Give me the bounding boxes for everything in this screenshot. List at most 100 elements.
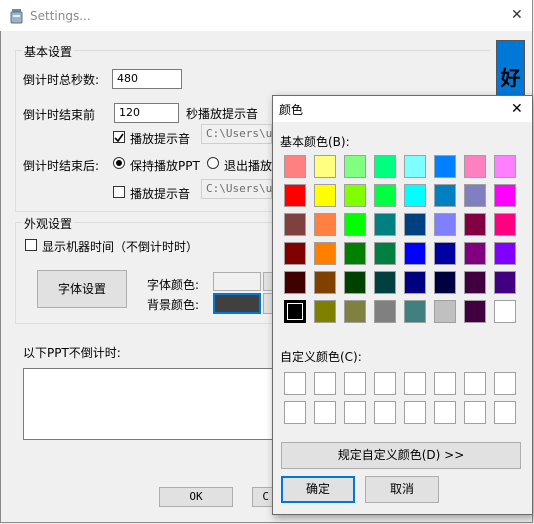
custom-color-swatch[interactable]	[464, 401, 486, 424]
custom-color-swatch[interactable]	[404, 372, 426, 395]
basic-color-swatch[interactable]	[374, 300, 396, 323]
basic-color-swatch[interactable]	[284, 271, 306, 294]
font-settings-button[interactable]: 字体设置	[37, 270, 127, 308]
custom-color-swatch[interactable]	[494, 372, 516, 395]
basic-color-swatch[interactable]	[434, 213, 456, 236]
basic-color-swatch[interactable]	[434, 300, 456, 323]
basic-color-swatch[interactable]	[494, 184, 516, 207]
custom-color-swatch[interactable]	[374, 372, 396, 395]
basic-color-swatch[interactable]	[284, 242, 306, 265]
custom-color-swatch[interactable]	[344, 372, 366, 395]
basic-color-swatch[interactable]	[314, 155, 336, 178]
font-color-pick-button[interactable]	[263, 272, 272, 291]
sound-path-1-input[interactable]: C:\Users\us	[201, 124, 279, 144]
preview-text: 好	[500, 66, 521, 90]
cancel-button[interactable]: C	[252, 487, 272, 507]
font-color-label: 字体颜色:	[147, 278, 200, 292]
define-custom-colors-button[interactable]: 规定自定义颜色(D) >>	[281, 442, 521, 469]
custom-colors-label: 自定义颜色(C):	[280, 350, 362, 364]
basic-color-swatch[interactable]	[464, 242, 486, 265]
bg-color-label: 背景颜色:	[147, 298, 200, 312]
ppt-list-textarea[interactable]	[23, 368, 273, 440]
color-cancel-button[interactable]: 取消	[365, 476, 439, 503]
basic-color-swatch[interactable]	[434, 184, 456, 207]
show-time-checkbox[interactable]	[25, 239, 37, 251]
basic-color-swatch[interactable]	[344, 271, 366, 294]
color-ok-button[interactable]: 确定	[281, 476, 355, 503]
basic-color-swatch[interactable]	[464, 300, 486, 323]
basic-color-swatch[interactable]	[284, 155, 306, 178]
custom-color-swatch[interactable]	[314, 401, 336, 424]
basic-color-swatch[interactable]	[284, 184, 306, 207]
exit-playing-radio[interactable]	[207, 157, 219, 169]
basic-color-swatch[interactable]	[434, 242, 456, 265]
play-sound-2-checkbox[interactable]	[113, 186, 125, 198]
custom-color-swatch[interactable]	[284, 401, 306, 424]
color-dialog-titlebar[interactable]	[273, 96, 532, 122]
color-dialog-title: 颜色	[279, 103, 304, 117]
total-seconds-input[interactable]: 480	[112, 69, 182, 89]
preview-panel: 好	[496, 40, 525, 98]
basic-color-swatch[interactable]	[404, 242, 426, 265]
custom-color-swatch[interactable]	[404, 401, 426, 424]
basic-color-swatch[interactable]	[284, 300, 306, 323]
custom-color-swatch[interactable]	[434, 372, 456, 395]
basic-color-swatch[interactable]	[374, 155, 396, 178]
bg-color-pick-button[interactable]	[263, 293, 272, 314]
basic-color-swatch[interactable]	[404, 184, 426, 207]
color-dialog-close-icon[interactable]: ✕	[511, 101, 523, 117]
basic-color-swatch[interactable]	[404, 300, 426, 323]
basic-colors-label: 基本颜色(B):	[280, 135, 350, 149]
before-end-input[interactable]: 120	[114, 103, 179, 123]
basic-color-swatch[interactable]	[344, 242, 366, 265]
basic-color-swatch[interactable]	[434, 155, 456, 178]
basic-color-swatch[interactable]	[344, 184, 366, 207]
basic-color-swatch[interactable]	[464, 213, 486, 236]
basic-settings-title: 基本设置	[22, 43, 75, 60]
custom-color-swatch[interactable]	[284, 372, 306, 395]
basic-color-swatch[interactable]	[494, 242, 516, 265]
basic-color-swatch[interactable]	[494, 155, 516, 178]
custom-color-swatch[interactable]	[464, 372, 486, 395]
basic-color-swatch[interactable]	[344, 155, 366, 178]
exit-playing-label: 退出播放	[224, 159, 272, 173]
close-icon[interactable]: ✕	[511, 7, 523, 23]
basic-color-swatch[interactable]	[314, 271, 336, 294]
basic-color-swatch[interactable]	[464, 155, 486, 178]
custom-color-swatch[interactable]	[374, 401, 396, 424]
basic-color-swatch[interactable]	[464, 184, 486, 207]
custom-color-swatch[interactable]	[314, 372, 336, 395]
custom-color-swatch[interactable]	[434, 401, 456, 424]
basic-color-swatch[interactable]	[344, 213, 366, 236]
basic-color-swatch[interactable]	[404, 155, 426, 178]
ok-button[interactable]: OK	[159, 487, 233, 507]
basic-color-swatch[interactable]	[464, 271, 486, 294]
basic-color-swatch[interactable]	[494, 271, 516, 294]
basic-color-swatch[interactable]	[404, 213, 426, 236]
keep-playing-radio[interactable]	[113, 157, 125, 169]
basic-color-swatch[interactable]	[314, 300, 336, 323]
basic-color-swatch[interactable]	[374, 271, 396, 294]
play-sound-2-label: 播放提示音	[130, 187, 191, 201]
play-sound-1-checkbox[interactable]	[113, 131, 125, 143]
basic-color-swatch[interactable]	[494, 300, 516, 323]
checkmark-icon	[114, 133, 124, 143]
sound-path-2-input[interactable]: C:\Users\us	[201, 179, 279, 199]
basic-color-swatch[interactable]	[314, 242, 336, 265]
basic-color-swatch[interactable]	[434, 271, 456, 294]
custom-color-swatch[interactable]	[494, 401, 516, 424]
basic-color-swatch[interactable]	[314, 184, 336, 207]
total-seconds-label: 倒计时总秒数:	[23, 73, 100, 87]
basic-color-swatch[interactable]	[374, 242, 396, 265]
basic-color-swatch[interactable]	[374, 184, 396, 207]
bg-color-swatch[interactable]	[213, 293, 261, 314]
custom-colors-grid	[284, 372, 520, 427]
basic-color-swatch[interactable]	[374, 213, 396, 236]
custom-color-swatch[interactable]	[344, 401, 366, 424]
basic-color-swatch[interactable]	[344, 300, 366, 323]
basic-color-swatch[interactable]	[404, 271, 426, 294]
basic-color-swatch[interactable]	[494, 213, 516, 236]
font-color-swatch[interactable]	[213, 272, 261, 291]
basic-color-swatch[interactable]	[284, 213, 306, 236]
basic-color-swatch[interactable]	[314, 213, 336, 236]
